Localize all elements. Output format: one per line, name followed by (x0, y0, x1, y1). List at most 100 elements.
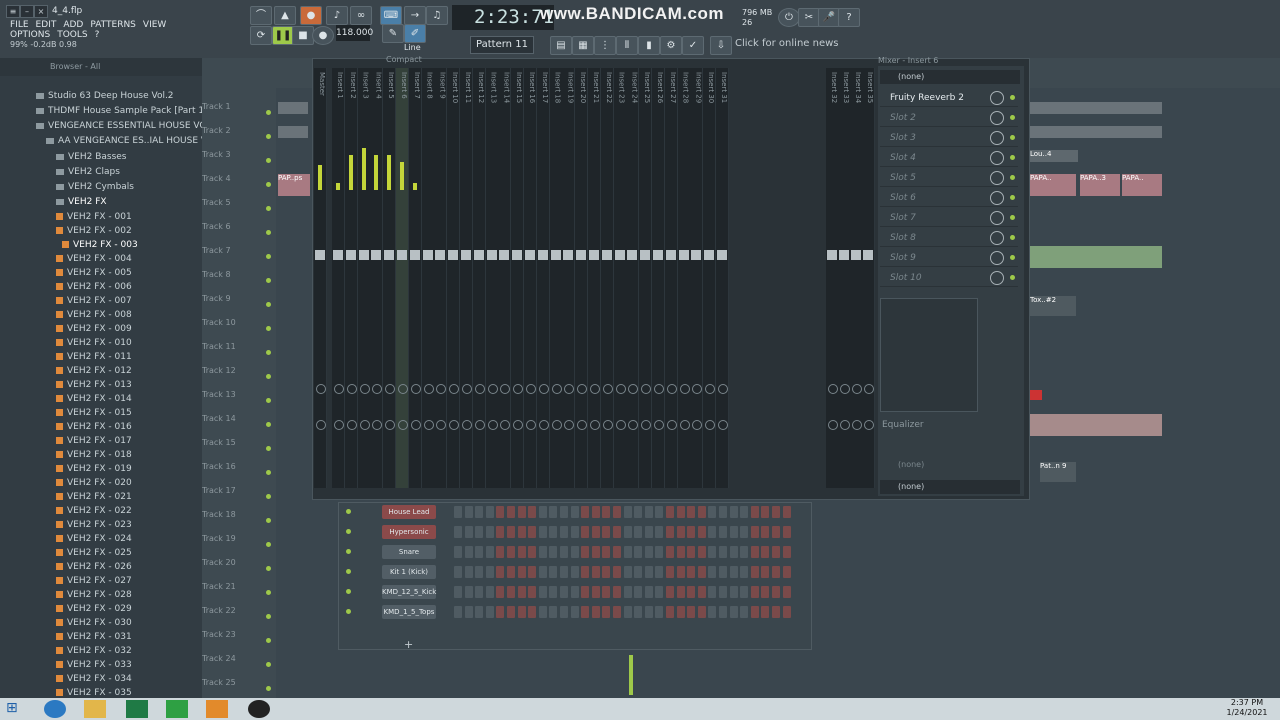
mixer-strip[interactable]: Insert 12 (472, 68, 486, 488)
step-pad[interactable] (464, 606, 473, 618)
plugin-icon[interactable]: ⚙ (660, 36, 682, 55)
track-header[interactable]: Track 20 (202, 558, 276, 582)
edge-browser-icon[interactable] (44, 700, 66, 718)
track-header[interactable]: Track 13 (202, 390, 276, 414)
volume-fader[interactable] (315, 250, 325, 260)
step-pad[interactable] (697, 566, 706, 578)
track-header[interactable]: Track 21 (202, 582, 276, 606)
browser-file[interactable]: VEH2 FX - 022 (56, 504, 132, 518)
mixer-strip[interactable]: Insert 15 (511, 68, 525, 488)
stereo-knob[interactable] (641, 420, 652, 430)
browser-file[interactable]: VEH2 FX - 002 (56, 224, 132, 238)
step-pad[interactable] (591, 606, 600, 618)
step-pad[interactable] (666, 546, 674, 558)
slot-mix-knob[interactable] (990, 131, 1004, 145)
mixer-strip[interactable]: Insert 10 (447, 68, 461, 488)
step-pad[interactable] (560, 506, 568, 518)
mixer-strip[interactable]: Insert 27 (664, 68, 678, 488)
step-pad[interactable] (464, 586, 473, 598)
channel-name-button[interactable]: Kit 1 (Kick) (382, 565, 436, 579)
step-pad[interactable] (613, 506, 621, 518)
mixer-strip[interactable]: Insert 1 (332, 68, 345, 488)
step-pad[interactable] (581, 506, 590, 518)
browser-file[interactable]: VEH2 FX - 006 (56, 280, 132, 294)
mixer-view-mode[interactable]: Compact (386, 55, 422, 64)
track-header[interactable]: Track 5 (202, 198, 276, 222)
channel-name-button[interactable]: House Lead (382, 505, 436, 519)
browser-file[interactable]: VEH2 FX - 021 (56, 490, 132, 504)
volume-fader[interactable] (384, 250, 395, 260)
loop-icon[interactable]: ∞ (350, 6, 372, 25)
step-pad[interactable] (591, 526, 600, 538)
track-header[interactable]: Track 7 (202, 246, 276, 270)
browser-folder[interactable]: VEH2 Claps (56, 165, 120, 179)
playlist-clip[interactable] (1030, 246, 1162, 268)
step-pad[interactable] (528, 606, 537, 618)
volume-fader[interactable] (563, 250, 574, 260)
step-pad[interactable] (687, 546, 696, 558)
mixer-strip[interactable]: Insert 18 (549, 68, 563, 488)
record-mode-icon[interactable]: ● (300, 6, 322, 25)
excel-icon[interactable] (126, 700, 148, 718)
browser-folder[interactable]: Studio 63 Deep House Vol.2 (36, 89, 174, 103)
mixer-strip[interactable]: Insert 35 (862, 68, 875, 488)
step-pad[interactable] (772, 526, 780, 538)
browser-file[interactable]: VEH2 FX - 007 (56, 294, 132, 308)
step-pad[interactable] (528, 526, 537, 538)
volume-fader[interactable] (371, 250, 382, 260)
stereo-knob[interactable] (423, 420, 434, 430)
step-pad[interactable] (772, 566, 780, 578)
effect-slot[interactable]: Slot 5 (880, 169, 1018, 187)
snap-mode-select[interactable]: Line (404, 43, 421, 52)
browser-folder[interactable]: VEH2 Basses (56, 150, 127, 164)
browser-file[interactable]: VEH2 FX - 030 (56, 616, 132, 630)
volume-fader[interactable] (827, 250, 837, 260)
step-pad[interactable] (719, 586, 727, 598)
stereo-knob[interactable] (449, 420, 460, 430)
step-pad[interactable] (570, 506, 579, 518)
channel-mute-led[interactable] (346, 529, 351, 534)
step-pad[interactable] (740, 526, 749, 538)
menu-file[interactable]: FILE (10, 20, 29, 30)
track-mute-led[interactable] (266, 182, 271, 187)
record-button[interactable]: ● (312, 26, 334, 45)
pan-knob[interactable] (462, 384, 472, 394)
track-mute-led[interactable] (266, 374, 271, 379)
snap-icon[interactable]: ⌒ (250, 6, 272, 25)
step-pad[interactable] (602, 506, 611, 518)
playlist-clip[interactable]: Tox..#2 (1030, 296, 1076, 316)
browser-file[interactable]: VEH2 FX - 028 (56, 588, 132, 602)
step-pad[interactable] (528, 586, 537, 598)
step-pad[interactable] (613, 546, 621, 558)
pan-knob[interactable] (436, 384, 447, 394)
step-pad[interactable] (560, 526, 568, 538)
step-pad[interactable] (740, 566, 749, 578)
slot-enable-led[interactable] (1010, 155, 1015, 160)
pan-knob[interactable] (615, 384, 626, 394)
volume-fader[interactable] (691, 250, 702, 260)
stereo-knob[interactable] (615, 420, 626, 430)
track-mute-led[interactable] (266, 134, 271, 139)
track-mute-led[interactable] (266, 302, 271, 307)
microphone-icon[interactable]: 🎤 (818, 8, 840, 27)
pan-knob[interactable] (372, 384, 383, 394)
pan-knob[interactable] (449, 384, 460, 394)
playlist-clip[interactable]: PAP..ps (278, 174, 310, 196)
effect-slot[interactable]: Slot 7 (880, 209, 1018, 227)
step-pad[interactable] (517, 566, 526, 578)
step-pad[interactable] (507, 506, 515, 518)
pan-knob[interactable] (705, 384, 716, 394)
browser-file[interactable]: VEH2 FX - 025 (56, 546, 132, 560)
step-pad[interactable] (740, 586, 749, 598)
volume-fader[interactable] (358, 250, 369, 260)
track-header[interactable]: Track 1 (202, 102, 276, 126)
step-pad[interactable] (454, 546, 462, 558)
step-pad[interactable] (496, 526, 505, 538)
browser-file[interactable]: VEH2 FX - 009 (56, 322, 132, 336)
minimize-icon[interactable]: – (20, 5, 34, 18)
volume-fader[interactable] (435, 250, 446, 260)
track-header[interactable]: Track 10 (202, 318, 276, 342)
pan-knob[interactable] (852, 384, 862, 394)
step-pad[interactable] (485, 586, 494, 598)
channel-row[interactable]: Kit 1 (Kick) (338, 563, 810, 581)
